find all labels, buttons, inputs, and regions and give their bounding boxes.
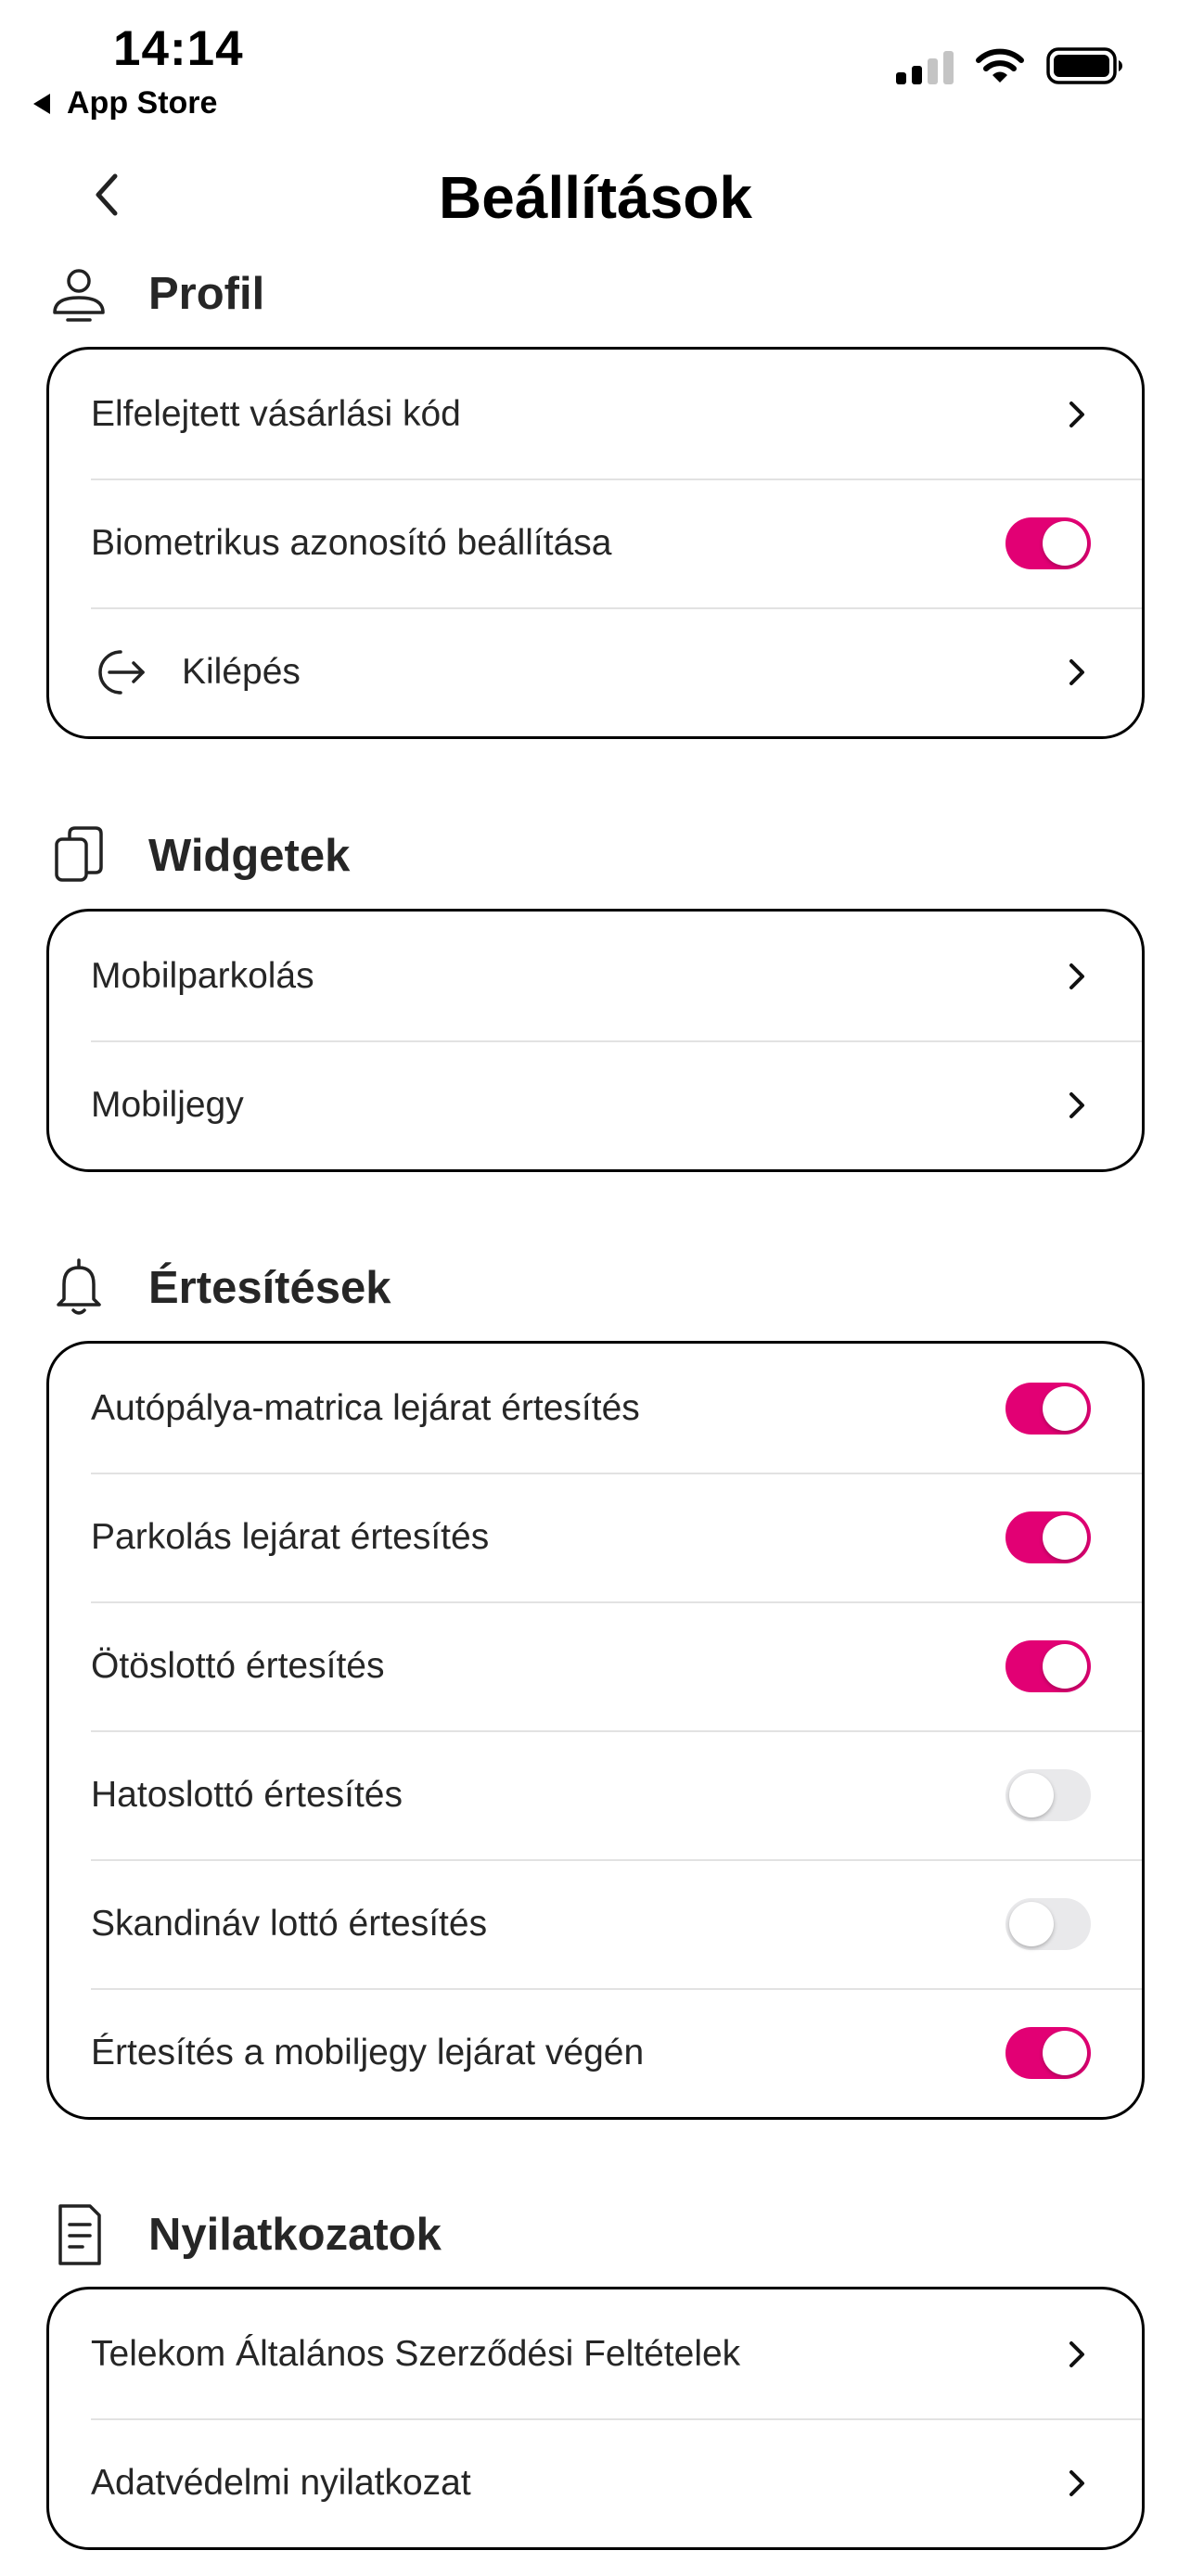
row-label: Mobilparkolás <box>91 955 314 996</box>
logout-icon <box>83 639 150 706</box>
widgets-icon <box>46 823 111 888</box>
section-title-notifications: Értesítések <box>148 1263 391 1313</box>
battery-icon <box>1046 47 1122 84</box>
row-label: Parkolás lejárat értesítés <box>91 1516 490 1557</box>
section-title-widgets: Widgetek <box>148 831 351 881</box>
widgets-card: Mobilparkolás Mobiljegy <box>46 909 1145 1172</box>
lotto-5-toggle[interactable] <box>1005 1639 1091 1692</box>
back-to-app-link[interactable]: App Store <box>33 85 217 121</box>
chevron-right-icon <box>1063 2465 1091 2502</box>
back-to-app-label: App Store <box>67 85 218 121</box>
toggle-knob <box>1043 1643 1087 1689</box>
status-bar: 14:14 App Store <box>0 0 1191 130</box>
section-header-profile: Profil <box>46 257 264 331</box>
telekom-terms-row[interactable]: Telekom Általános Szerződési Feltételek <box>49 2289 1142 2418</box>
scandinavian-lotto-toggle[interactable] <box>1005 1897 1091 1950</box>
row-label: Hatoslottó értesítés <box>91 1774 403 1815</box>
wifi-icon <box>976 48 1024 83</box>
lotto-5-row: Ötöslottó értesítés <box>49 1601 1142 1730</box>
logout-row[interactable]: Kilépés <box>49 607 1142 736</box>
chevron-right-icon <box>1063 1087 1091 1124</box>
section-title-profile: Profil <box>148 269 265 319</box>
document-icon <box>46 2202 111 2267</box>
section-title-statements: Nyilatkozatok <box>148 2210 442 2260</box>
row-label: Elfelejtett vásárlási kód <box>91 393 461 434</box>
statements-card: Telekom Általános Szerződési Feltételek … <box>46 2287 1145 2550</box>
back-triangle-icon <box>33 93 50 114</box>
toggle-knob <box>1043 1385 1087 1431</box>
toggle-knob <box>1009 1901 1054 1946</box>
parking-expiry-toggle[interactable] <box>1005 1511 1091 1563</box>
mobile-ticket-expiry-toggle[interactable] <box>1005 2026 1091 2079</box>
highway-sticker-expiry-row: Autópálya-matrica lejárat értesítés <box>49 1344 1142 1473</box>
biometric-id-row: Biometrikus azonosító beállítása <box>49 478 1142 607</box>
status-icons <box>896 46 1124 85</box>
mobile-ticket-row[interactable]: Mobiljegy <box>49 1040 1142 1169</box>
row-label: Kilépés <box>182 651 301 692</box>
chevron-right-icon <box>1063 654 1091 691</box>
chevron-right-icon <box>1063 396 1091 433</box>
lotto-6-toggle[interactable] <box>1005 1768 1091 1821</box>
privacy-policy-row[interactable]: Adatvédelmi nyilatkozat <box>49 2418 1142 2547</box>
toggle-knob <box>1043 1514 1087 1560</box>
cellular-signal-icon <box>896 47 954 84</box>
mobile-parking-row[interactable]: Mobilparkolás <box>49 912 1142 1040</box>
toggle-knob <box>1043 520 1087 566</box>
row-label: Skandináv lottó értesítés <box>91 1903 488 1944</box>
notifications-card: Autópálya-matrica lejárat értesítés Park… <box>46 1341 1145 2120</box>
forgotten-purchase-code-row[interactable]: Elfelejtett vásárlási kód <box>49 350 1142 478</box>
toggle-knob <box>1043 2030 1087 2075</box>
row-label: Adatvédelmi nyilatkozat <box>91 2462 471 2503</box>
page-title: Beállítások <box>439 164 752 231</box>
row-label: Értesítés a mobiljegy lejárat végén <box>91 2032 645 2072</box>
status-time: 14:14 <box>113 21 244 76</box>
section-header-statements: Nyilatkozatok <box>46 2198 442 2272</box>
chevron-right-icon <box>1063 958 1091 995</box>
toggle-knob <box>1009 1772 1054 1817</box>
parking-expiry-row: Parkolás lejárat értesítés <box>49 1473 1142 1601</box>
row-label: Biometrikus azonosító beállítása <box>91 522 612 563</box>
highway-sticker-expiry-toggle[interactable] <box>1005 1382 1091 1435</box>
row-label: Ötöslottó értesítés <box>91 1645 385 1686</box>
mobile-ticket-expiry-row: Értesítés a mobiljegy lejárat végén <box>49 1988 1142 2117</box>
chevron-right-icon <box>1063 2336 1091 2373</box>
section-header-widgets: Widgetek <box>46 819 350 893</box>
user-icon <box>46 261 111 326</box>
navigation-bar: Beállítások <box>0 148 1191 241</box>
biometric-id-toggle[interactable] <box>1005 516 1091 569</box>
row-label: Mobiljegy <box>91 1084 244 1125</box>
bell-icon <box>46 1256 111 1320</box>
row-label: Autópálya-matrica lejárat értesítés <box>91 1387 640 1428</box>
profile-card: Elfelejtett vásárlási kód Biometrikus az… <box>46 347 1145 739</box>
lotto-6-row: Hatoslottó értesítés <box>49 1730 1142 1859</box>
row-label: Telekom Általános Szerződési Feltételek <box>91 2333 741 2374</box>
section-header-notifications: Értesítések <box>46 1251 391 1325</box>
scandinavian-lotto-row: Skandináv lottó értesítés <box>49 1859 1142 1988</box>
